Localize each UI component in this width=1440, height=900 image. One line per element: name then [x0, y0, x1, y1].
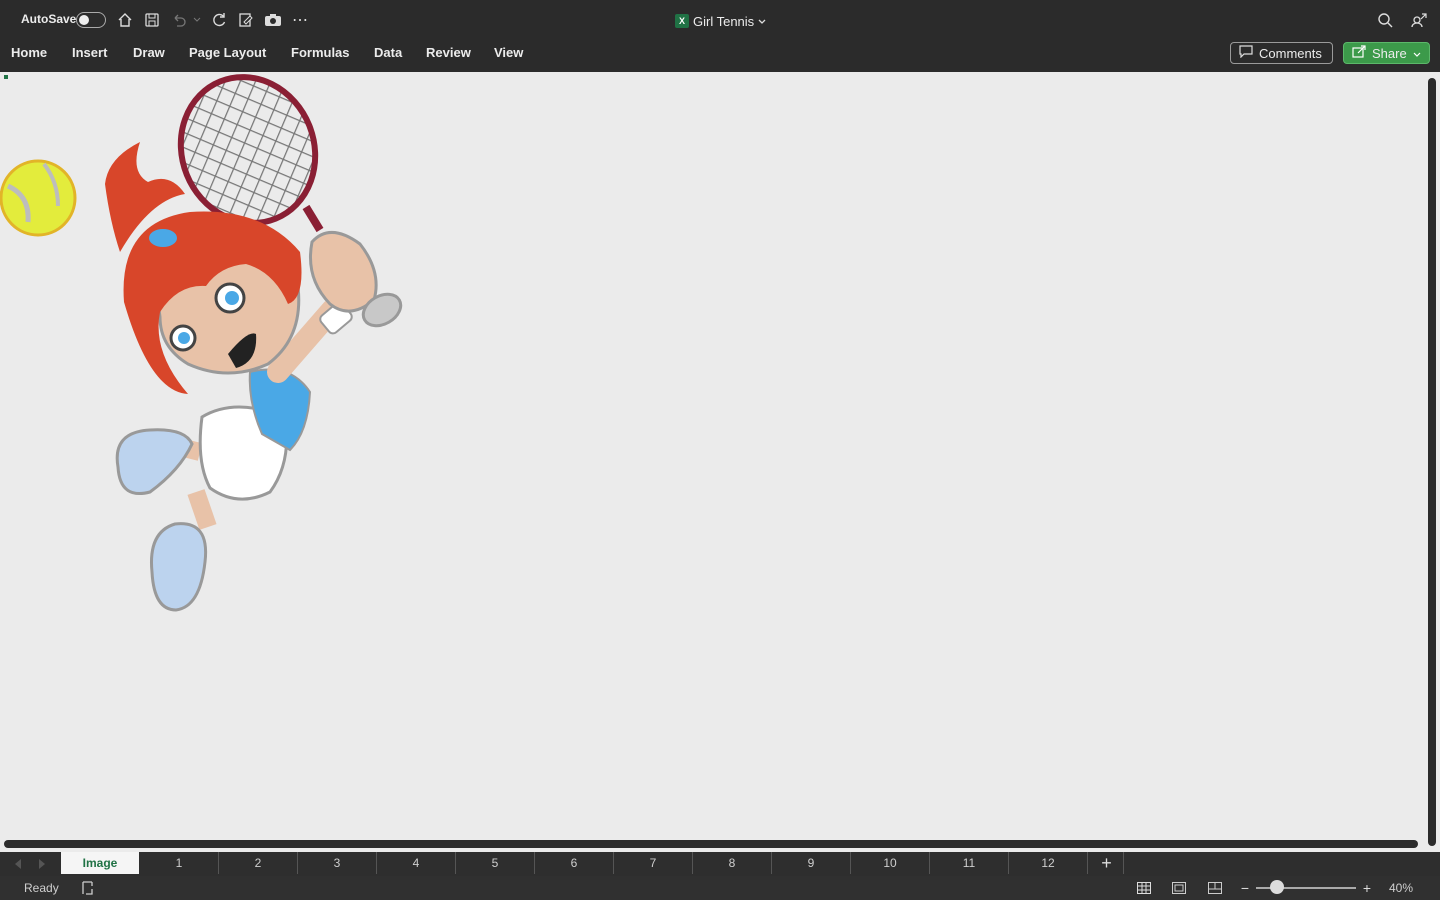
title-bar: AutoSave ⋯ X Girl Tennis [0, 0, 1440, 38]
comment-icon [1239, 45, 1253, 61]
next-sheet-icon[interactable] [36, 857, 48, 871]
leg [187, 489, 217, 530]
sheet-tab-3[interactable]: 3 [298, 852, 377, 874]
menu-review[interactable]: Review [426, 45, 471, 60]
menu-page-layout[interactable]: Page Layout [189, 45, 266, 60]
share-icon [1352, 45, 1366, 61]
more-icon[interactable]: ⋯ [291, 11, 309, 29]
vertical-scrollbar[interactable] [1424, 72, 1440, 852]
sheet-tab-6[interactable]: 6 [535, 852, 614, 874]
sheet-tab-1[interactable]: 1 [140, 852, 219, 874]
menu-draw[interactable]: Draw [133, 45, 165, 60]
share-button[interactable]: Share [1343, 42, 1430, 64]
worksheet-grid[interactable] [0, 72, 1424, 836]
sheet-tab-9[interactable]: 9 [772, 852, 851, 874]
autosave-toggle[interactable] [76, 12, 106, 28]
horizontal-scroll-thumb[interactable] [4, 840, 1418, 848]
normal-view-icon[interactable] [1135, 880, 1153, 896]
zoom-level: 40% [1389, 881, 1414, 895]
zoom-out-icon[interactable]: − [1238, 880, 1252, 896]
sheet-tab-8[interactable]: 8 [693, 852, 772, 874]
page-break-view-icon[interactable] [1206, 880, 1224, 896]
menu-data[interactable]: Data [374, 45, 402, 60]
shoe [149, 522, 208, 612]
chevron-down-icon [758, 12, 766, 30]
sheet-tab-12[interactable]: 12 [1009, 852, 1088, 874]
undo-icon[interactable] [170, 11, 188, 29]
search-icon[interactable] [1376, 11, 1394, 29]
ribbon-menu-bar: Home Insert Draw Page Layout Formulas Da… [0, 38, 1440, 73]
sheet-tab-2[interactable]: 2 [219, 852, 298, 874]
edit-icon[interactable] [237, 11, 255, 29]
share-person-icon[interactable] [1410, 11, 1428, 29]
shoe [115, 428, 194, 495]
pupil [225, 291, 239, 305]
comments-button[interactable]: Comments [1230, 42, 1333, 64]
sheet-tab-5[interactable]: 5 [456, 852, 535, 874]
sheet-tab-image[interactable]: Image [61, 852, 139, 874]
redo-icon[interactable] [210, 11, 228, 29]
excel-file-icon: X [675, 14, 689, 28]
girl-tennis-pixel-art[interactable] [0, 72, 420, 632]
status-bar: Ready − + 40% [0, 876, 1440, 900]
document-title-area[interactable]: X Girl Tennis [675, 12, 766, 30]
vertical-scroll-thumb[interactable] [1428, 78, 1436, 846]
accessibility-icon[interactable] [79, 880, 95, 896]
comments-label: Comments [1259, 45, 1322, 61]
sheet-tab-4[interactable]: 4 [377, 852, 456, 874]
home-icon[interactable] [116, 11, 134, 29]
previous-sheet-icon[interactable] [12, 857, 24, 871]
add-sheet-icon[interactable]: + [1090, 852, 1124, 874]
hair-tie [149, 229, 177, 247]
sheet-tabs-bar: Image 1 2 3 4 5 6 7 8 9 10 11 12 + [0, 852, 1440, 876]
menu-formulas[interactable]: Formulas [291, 45, 350, 60]
sheet-tab-10[interactable]: 10 [851, 852, 930, 874]
sheet-tab-7[interactable]: 7 [614, 852, 693, 874]
save-icon[interactable] [143, 11, 161, 29]
share-label: Share [1372, 45, 1407, 61]
autosave-label: AutoSave [21, 12, 77, 26]
status-ready: Ready [24, 881, 59, 895]
hand [308, 231, 378, 313]
document-title: Girl Tennis [693, 13, 755, 29]
menu-home[interactable]: Home [11, 45, 47, 60]
menu-view[interactable]: View [494, 45, 523, 60]
chevron-down-icon [1413, 46, 1421, 61]
camera-icon[interactable] [263, 11, 283, 29]
horizontal-scrollbar[interactable] [0, 836, 1424, 852]
sheet-tab-11[interactable]: 11 [930, 852, 1009, 874]
page-layout-view-icon[interactable] [1170, 880, 1188, 896]
zoom-slider-thumb[interactable] [1270, 880, 1284, 894]
pupil [178, 332, 190, 344]
zoom-in-icon[interactable]: + [1360, 880, 1374, 896]
tennis-ball-icon [0, 159, 77, 237]
menu-insert[interactable]: Insert [72, 45, 107, 60]
undo-dropdown-icon[interactable] [192, 14, 202, 26]
